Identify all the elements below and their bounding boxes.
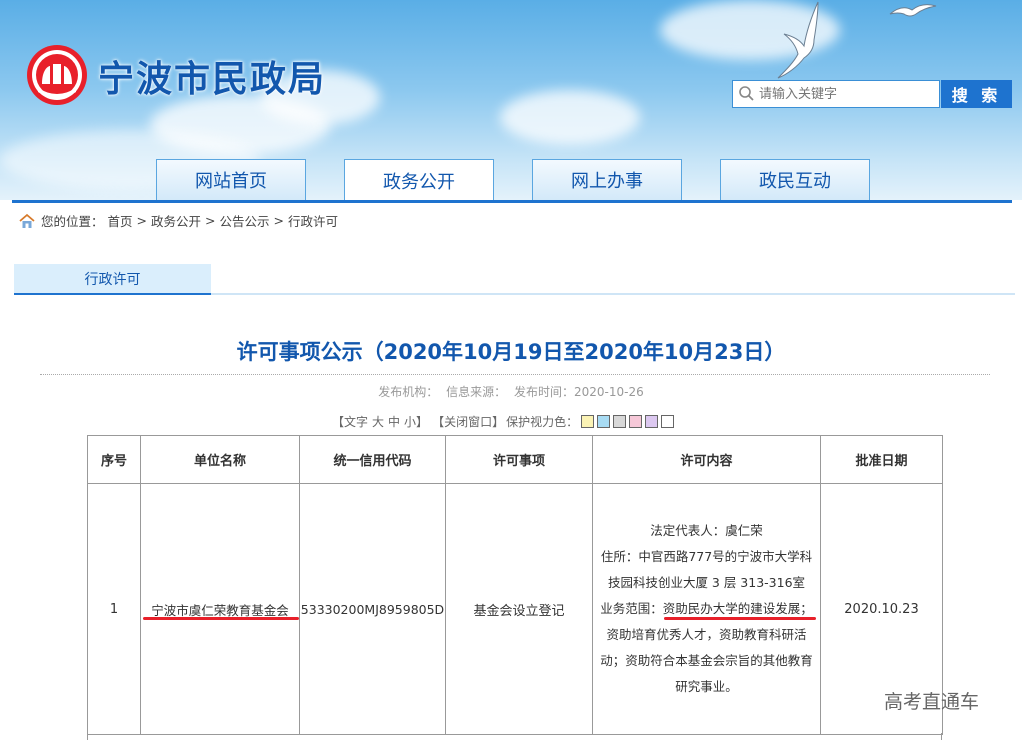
eye-care-swatch-gray[interactable]	[613, 415, 627, 428]
search-button[interactable]: 搜 索	[941, 80, 1012, 108]
cell-credit-code: 53330200MJ8959805D	[299, 483, 446, 735]
article-title: 许可事项公示（2020年10月19日至2020年10月23日）	[236, 340, 786, 364]
meta-source-label: 信息来源：	[446, 385, 507, 399]
content-line: 资助培育优秀人才，资助教育科研活	[606, 627, 807, 642]
table-row: 1 宁波市虞仁荣教育基金会 53330200MJ8959805D 基金会设立登记…	[87, 483, 943, 735]
content-line: 动；资助符合本基金会宗旨的其他教育	[600, 653, 813, 668]
font-small-button[interactable]: 小】	[404, 413, 428, 430]
site-title[interactable]: 宁波市民政局	[98, 50, 326, 102]
nav-tab-online-services[interactable]: 网上办事	[532, 159, 682, 200]
section-tab-underline	[14, 293, 211, 295]
eye-care-swatch-yellow[interactable]	[581, 415, 595, 428]
breadcrumb-item-administrative-permit[interactable]: 行政许可	[288, 211, 338, 230]
nav-tab-government-affairs[interactable]: 政务公开	[344, 159, 494, 200]
eye-care-swatch-blue[interactable]	[597, 415, 611, 428]
column-header-permit-item: 许可事项	[445, 435, 593, 484]
search-box	[732, 80, 940, 108]
table-continuation	[87, 733, 942, 740]
column-header-org-name: 单位名称	[140, 435, 300, 484]
civil-affairs-emblem-icon[interactable]	[26, 44, 88, 106]
breadcrumb: 您的位置： 首页 > 政务公开 > 公告公示 > 行政许可	[18, 211, 342, 230]
red-underline-annotation	[143, 617, 299, 620]
column-header-approval-date: 批准日期	[820, 435, 943, 484]
watermark-text: 高考直通车	[884, 691, 980, 713]
breadcrumb-item-government-affairs[interactable]: 政务公开	[151, 211, 201, 230]
seagull-icon	[889, 4, 937, 17]
nav-tab-interaction[interactable]: 政民互动	[720, 159, 870, 200]
breadcrumb-item-announcements[interactable]: 公告公示	[220, 211, 270, 230]
close-window-button[interactable]: 【关闭窗口】	[432, 413, 504, 430]
font-medium-button[interactable]: 中	[388, 413, 400, 430]
column-header-index: 序号	[87, 435, 141, 484]
search-input[interactable]	[757, 82, 937, 106]
title-divider	[40, 374, 990, 375]
red-underline-annotation	[664, 617, 816, 620]
eye-care-swatch-purple[interactable]	[645, 415, 659, 428]
cell-index: 1	[87, 483, 141, 735]
eye-care-label: 保护视力色：	[506, 415, 579, 429]
cell-permit-content: 法定代表人：虞仁荣 住所：中官西路777号的宁波市大学科 技园科技创业大厦 3 …	[592, 483, 821, 735]
site-header: 宁波市民政局 搜 索 网站首页 政务公开 网上办事 政民互动	[0, 0, 1022, 200]
reading-tools: 【文字 大 中 小】 【关闭窗口】 保护视力色：	[332, 413, 675, 430]
nav-tab-home[interactable]: 网站首页	[156, 159, 306, 200]
section-tab-administrative-permit[interactable]: 行政许可	[14, 264, 211, 294]
font-large-button[interactable]: 大	[372, 413, 384, 430]
content-line: 法定代表人：虞仁荣	[650, 523, 763, 538]
column-header-credit-code: 统一信用代码	[299, 435, 446, 484]
nav-divider	[12, 200, 1012, 203]
font-size-label: 【文字	[332, 415, 369, 429]
home-icon	[19, 213, 35, 228]
meta-date: 2020-10-26	[573, 385, 644, 399]
seagull-icon	[777, 1, 819, 79]
cell-permit-item: 基金会设立登记	[445, 483, 593, 735]
eye-care-swatch-white[interactable]	[661, 415, 675, 428]
search-icon	[739, 86, 754, 101]
content-line: 住所：中官西路777号的宁波市大学科	[600, 549, 813, 564]
content-line: 研究事业。	[675, 679, 738, 694]
breadcrumb-separator: >	[205, 213, 216, 228]
meta-publisher-label: 发布机构：	[378, 385, 439, 399]
breadcrumb-separator: >	[273, 213, 285, 228]
table-header-row: 序号 单位名称 统一信用代码 许可事项 许可内容 批准日期	[87, 435, 943, 484]
cloud-decoration	[500, 90, 640, 145]
breadcrumb-prefix: 您的位置：	[41, 214, 104, 229]
cell-org-name: 宁波市虞仁荣教育基金会	[140, 483, 300, 735]
content-line: 技园科技创业大厦 3 层 313-316室	[607, 575, 806, 590]
column-header-permit-content: 许可内容	[592, 435, 821, 484]
permit-table: 序号 单位名称 统一信用代码 许可事项 许可内容 批准日期 1 宁波市虞仁荣教育…	[87, 435, 943, 735]
meta-date-label: 发布时间：	[513, 385, 574, 399]
eye-care-swatch-pink[interactable]	[629, 415, 643, 428]
article-meta: 发布机构： 信息来源： 发布时间：2020-10-26	[0, 383, 1022, 400]
breadcrumb-item-home[interactable]: 首页	[108, 211, 133, 230]
breadcrumb-separator: >	[136, 213, 148, 228]
